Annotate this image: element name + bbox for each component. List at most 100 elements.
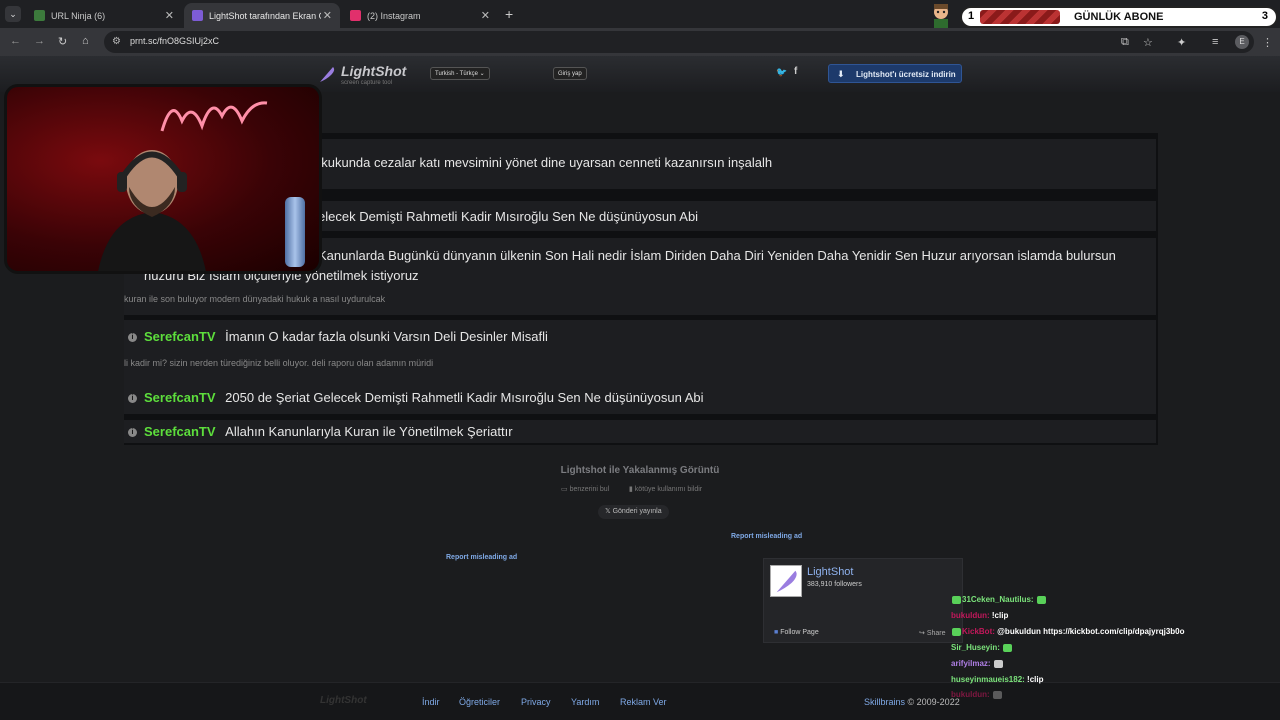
chat-user: bukuldun: (951, 690, 990, 699)
reply-text: kuran ile son buluyor modern dünyadaki h… (124, 294, 386, 304)
tab-search-button[interactable]: ⌄ (5, 6, 21, 22)
extensions-icon[interactable]: ✦ (1177, 36, 1186, 49)
instagram-icon (350, 10, 361, 21)
report-misleading-ad-link[interactable]: Report misleading ad (731, 533, 802, 540)
chat-text: @bukuldun https://kickbot.com/clip/dpajy… (997, 627, 1185, 636)
message-text: 2050 de Şeriat Gelecek Demişti Rahmetli … (225, 390, 704, 405)
facebook-icon[interactable]: f (794, 66, 797, 77)
goal-current: 1 (968, 10, 975, 22)
fb-page-name[interactable]: LightShot (807, 566, 853, 578)
tab-instagram[interactable]: (2) Instagram ✕ (342, 3, 498, 28)
download-button[interactable]: ⬇ Lightshot'ı ücretsiz indirin (828, 64, 962, 83)
facebook-icon: ■ (774, 629, 779, 636)
login-button[interactable]: Giriş yap (553, 67, 587, 80)
tab-url-ninja[interactable]: URL Ninja (6) ✕ (26, 3, 182, 28)
chat-user: 31Ceken_Nautilus: (962, 595, 1034, 604)
footer-link-tutorials[interactable]: Öğreticiler (459, 697, 500, 707)
skillbrains-link[interactable]: Skillbrains (864, 697, 905, 707)
message-line: SerefcanTV Allahın Kanunlarıyla Kuran il… (144, 424, 513, 439)
streamer-figure (98, 150, 206, 271)
install-app-icon[interactable]: ⧉ (1121, 36, 1129, 49)
find-similar-link[interactable]: ▭ benzerini bul (561, 485, 609, 493)
chat-line: huseyinmaueis182: !clip (951, 675, 1044, 684)
back-icon[interactable]: ← (10, 35, 21, 47)
tab-label: LightShot tarafından Ekran Gör (209, 10, 321, 21)
chat-user: bukuldun: (951, 611, 990, 620)
chat-row: i SerefcanTV 2050 de Şeriat Gelecek Demi… (124, 382, 1156, 414)
message-line: SerefcanTV 2050 de Şeriat Gelecek Demişt… (144, 390, 704, 405)
tab-strip: ⌄ URL Ninja (6) ✕ LightShot tarafından E… (0, 0, 1280, 28)
follow-label: Follow Page (780, 629, 819, 636)
close-icon[interactable]: ✕ (165, 9, 174, 22)
lightshot-logo[interactable]: LightShot (341, 63, 406, 79)
username: SerefcanTV (144, 424, 216, 439)
bookmark-star-icon[interactable]: ☆ (1143, 36, 1153, 49)
post-button[interactable]: 𝕏 Gönderi yayınla (598, 505, 669, 519)
footer-link-help[interactable]: Yardım (571, 697, 599, 707)
reload-icon[interactable]: ↻ (58, 35, 67, 48)
fb-followers: 383,910 followers (807, 581, 862, 588)
emote-icon (992, 690, 1002, 699)
chat-line: KickBot: @bukuldun https://kickbot.com/c… (951, 627, 1185, 636)
footer-link-advertise[interactable]: Reklam Ver (620, 697, 667, 707)
share-button[interactable]: ↪ Share (919, 629, 946, 637)
new-tab-button[interactable]: + (505, 6, 513, 22)
footer-link-privacy[interactable]: Privacy (521, 697, 551, 707)
language-value: Turkish - Türkçe (435, 71, 479, 77)
subscriber-goal-widget: 1 GÜNLÜK ABONE 3 (960, 6, 1278, 28)
reply-text: li kadir mi? sizin nerden türediğiniz be… (124, 358, 434, 368)
twitter-icon[interactable]: 🐦 (776, 67, 787, 78)
emote-icon (952, 595, 961, 604)
message-text: elecek Demişti Rahmetli Kadir Mısıroğlu … (318, 209, 699, 224)
find-similar-label: benzerini bul (569, 486, 610, 493)
emote-icon (952, 627, 961, 636)
emote-icon (1036, 595, 1046, 604)
footer-logo[interactable]: LightShot (320, 695, 367, 706)
share-label: Share (926, 630, 946, 637)
goal-progress-bar (980, 10, 1060, 24)
footer-link-download[interactable]: İndir (422, 697, 440, 707)
emote-icon (1003, 643, 1013, 652)
chat-text: !clip (1027, 675, 1044, 684)
lightshot-page-thumbnail[interactable] (770, 565, 802, 597)
download-label: Lightshot'ı ücretsiz indirin (856, 70, 956, 79)
report-misleading-ad-link[interactable]: Report misleading ad (446, 554, 517, 561)
chat-user: huseyinmaueis182: (951, 675, 1025, 684)
report-abuse-label: kötüye kullanımı bildir (634, 486, 703, 493)
profile-avatar[interactable]: E (1235, 35, 1249, 49)
chat-user: arifyilmaz: (951, 659, 991, 668)
feather-icon (192, 10, 203, 21)
captured-title: Lightshot ile Yakalanmış Görüntü (560, 465, 720, 476)
chat-user: Sir_Huseyin: (951, 643, 1000, 652)
close-icon[interactable]: ✕ (323, 9, 332, 22)
reading-list-icon[interactable]: ≡ (1212, 36, 1218, 48)
report-abuse-link[interactable]: ▮ kötüye kullanımı bildir (629, 485, 702, 493)
url-text[interactable]: prnt.sc/fnO8GSIUj2xC (130, 36, 219, 46)
feather-logo-icon (320, 67, 335, 82)
chat-text: !clip (991, 611, 1009, 620)
address-bar[interactable]: ⚙ prnt.sc/fnO8GSIUj2xC (104, 31, 1254, 53)
forward-icon[interactable]: → (34, 35, 45, 47)
tab-lightshot[interactable]: LightShot tarafından Ekran Gör ✕ (184, 3, 340, 28)
tab-label: (2) Instagram (367, 10, 421, 21)
post-label: Gönderi yayınla (612, 508, 662, 515)
message-line: SerefcanTV İmanın O kadar fazla olsunki … (144, 329, 548, 344)
copyright: Skillbrains © 2009-2022 (864, 697, 960, 707)
home-icon[interactable]: ⌂ (82, 35, 89, 47)
browser-toolbar: ← → ↻ ⌂ ⚙ prnt.sc/fnO8GSIUj2xC ⧉ ☆ ✦ ≡ E… (0, 28, 1280, 56)
emote-icon (993, 659, 1003, 668)
chat-row: i SerefcanTV İmanın O kadar fazla olsunk… (124, 320, 1156, 382)
menu-icon[interactable]: ⋮ (1262, 36, 1273, 49)
language-select[interactable]: Turkish - Türkçe ⌄ (430, 67, 490, 80)
close-icon[interactable]: ✕ (481, 9, 490, 22)
goal-label: GÜNLÜK ABONE (1074, 11, 1164, 23)
follow-page-button[interactable]: ■ Follow Page (774, 629, 819, 636)
message-text: Allahın Kanunlarıyla Kuran ile Yönetilme… (225, 424, 513, 439)
site-info-icon[interactable]: ⚙ (112, 36, 121, 47)
message-text: İmanın O kadar fazla olsunki Varsın Deli… (225, 329, 548, 344)
neon-sign-decoration (160, 101, 268, 132)
tab-label: URL Ninja (6) (51, 10, 106, 21)
message-text: ukukunda cezalar katı mevsimini yönet di… (314, 155, 773, 170)
chat-user: KickBot: (962, 627, 995, 636)
chat-line: Sir_Huseyin: (951, 643, 1013, 652)
